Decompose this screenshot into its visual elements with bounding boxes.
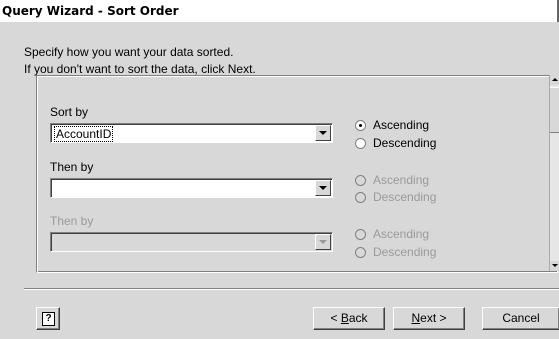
sort-by-dropdown[interactable]: AccountID (50, 123, 333, 143)
back-button[interactable]: < Back (313, 307, 385, 330)
then-by-dropdown-1[interactable] (50, 178, 333, 198)
then-by-dropdown-2 (50, 232, 333, 252)
help-icon: ? (42, 312, 55, 326)
sort-by-label: Sort by (50, 105, 89, 119)
title-bar: Query Wizard - Sort Order (0, 0, 559, 22)
descending-label: Descending (373, 190, 437, 204)
chevron-down-icon[interactable] (315, 180, 331, 196)
descending-label: Descending (373, 136, 437, 150)
radio-selected-icon (355, 120, 366, 131)
cancel-button[interactable]: Cancel (482, 307, 559, 330)
instruction-line-2: If you don't want to sort the data, clic… (24, 62, 256, 76)
radio-unselected-icon (355, 229, 366, 240)
ascending-label: Ascending (373, 173, 430, 187)
then-by-label-1: Then by (50, 160, 94, 174)
button-divider (24, 288, 559, 290)
next-button[interactable]: Next > (393, 307, 465, 330)
window-title: Query Wizard - Sort Order (2, 4, 179, 18)
chevron-down-icon (315, 234, 331, 250)
radio-unselected-icon (355, 247, 366, 258)
radio-unselected-icon (355, 175, 366, 186)
back-hotkey: B (340, 311, 349, 325)
back-prefix: < (330, 311, 341, 325)
ascending-label: Ascending (373, 118, 430, 132)
scrollbar[interactable] (549, 75, 559, 271)
instruction-line-1: Specify how you want your data sorted. (24, 45, 234, 59)
chevron-down-icon[interactable] (315, 125, 331, 141)
next-hotkey: N (411, 311, 421, 325)
back-rest: ack (348, 311, 368, 325)
radio-unselected-icon (355, 138, 366, 149)
sort-by-value: AccountID (54, 126, 114, 142)
scroll-thumb[interactable] (550, 87, 559, 133)
then-by-label-2: Then by (50, 214, 94, 228)
next-rest: ext > (420, 311, 447, 325)
ascending-label: Ascending (373, 227, 430, 241)
descending-label: Descending (373, 245, 437, 259)
scroll-up-icon[interactable] (550, 75, 559, 85)
radio-unselected-icon (355, 192, 366, 203)
help-button[interactable]: ? (36, 307, 60, 330)
scroll-down-icon[interactable] (550, 261, 559, 271)
